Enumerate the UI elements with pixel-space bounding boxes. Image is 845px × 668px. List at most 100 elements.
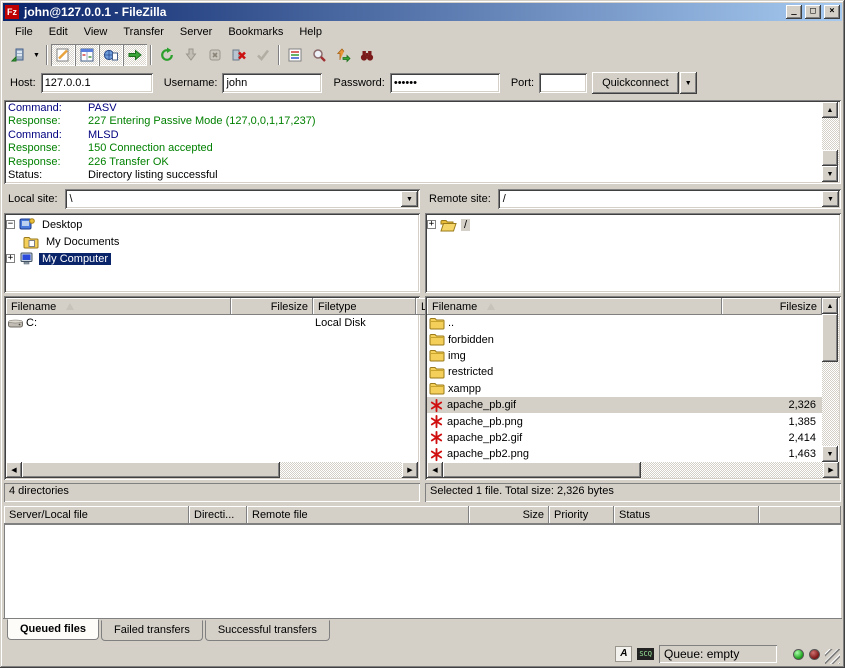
file-row[interactable]: apache_pb.png 1,385 <box>427 413 822 429</box>
cancel-operation-button[interactable] <box>203 44 227 66</box>
scrollbar-thumb[interactable] <box>822 314 838 362</box>
resize-grip[interactable] <box>825 649 840 664</box>
quickconnect-dropdown-button[interactable]: ▼ <box>680 72 697 94</box>
quickconnect-button[interactable]: Quickconnect <box>592 72 679 94</box>
menu-file[interactable]: File <box>7 23 41 41</box>
column-header-filename[interactable]: Filename <box>427 298 722 315</box>
toggle-transfer-queue-button[interactable] <box>123 44 147 66</box>
disconnect-button[interactable] <box>227 44 251 66</box>
scroll-up-button[interactable]: ▲ <box>822 298 838 314</box>
queue-body[interactable] <box>4 524 841 618</box>
tab-failed-transfers[interactable]: Failed transfers <box>101 620 203 641</box>
host-input[interactable] <box>41 73 153 93</box>
column-header-remote-file[interactable]: Remote file <box>247 506 469 524</box>
scroll-right-button[interactable]: ▶ <box>823 462 839 478</box>
file-row[interactable]: .. <box>427 315 822 331</box>
column-header-filesize[interactable]: Filesize <box>722 298 822 315</box>
reconnect-icon <box>255 47 271 63</box>
file-row[interactable]: forbidden <box>427 331 822 347</box>
column-header-direction[interactable]: Directi... <box>189 506 247 524</box>
scroll-left-button[interactable]: ◀ <box>6 462 22 478</box>
tree-item-label: My Computer <box>39 253 111 265</box>
password-input[interactable] <box>390 73 500 93</box>
tab-queued-files[interactable]: Queued files <box>7 619 99 640</box>
speed-limit-indicator-icon[interactable]: SCQ <box>637 648 654 660</box>
refresh-button[interactable] <box>155 44 179 66</box>
toggle-local-tree-button[interactable] <box>75 44 99 66</box>
scrollbar-track[interactable] <box>822 314 839 446</box>
folder-icon <box>429 349 445 362</box>
column-header-filetype[interactable]: Filetype <box>313 298 416 315</box>
remote-site-combobox[interactable]: / ▼ <box>498 189 841 209</box>
reconnect-button[interactable] <box>251 44 275 66</box>
scrollbar-track[interactable] <box>22 462 402 478</box>
synchronized-browsing-button[interactable] <box>355 44 379 66</box>
file-row[interactable]: restricted <box>427 364 822 380</box>
collapse-icon[interactable]: − <box>6 220 15 229</box>
local-list-body[interactable]: C: Local Disk <box>6 315 418 462</box>
column-header-size[interactable]: Size <box>469 506 549 524</box>
expand-icon[interactable]: + <box>6 254 15 263</box>
remote-tree[interactable]: + / <box>425 213 841 293</box>
local-site-combobox[interactable]: \ ▼ <box>65 189 420 209</box>
scrollbar-thumb[interactable] <box>443 462 641 478</box>
column-header-filesize[interactable]: Filesize <box>231 298 313 315</box>
column-header-status[interactable]: Status <box>614 506 759 524</box>
file-row[interactable]: apache_pb2.png 1,463 <box>427 446 822 462</box>
site-manager-dropdown-button[interactable]: ▼ <box>30 44 43 66</box>
remote-horizontal-scrollbar[interactable]: ◀ ▶ <box>427 462 839 478</box>
scroll-down-button[interactable]: ▼ <box>822 446 838 462</box>
remote-list-body[interactable]: .. forbidden img <box>427 315 822 462</box>
file-search-button[interactable] <box>307 44 331 66</box>
scrollbar-track[interactable] <box>443 462 823 478</box>
tree-item-root[interactable]: + / <box>427 216 839 233</box>
column-header-priority[interactable]: Priority <box>549 506 614 524</box>
message-log[interactable]: Command:PASV Response:227 Entering Passi… <box>4 100 841 184</box>
directory-compare-button[interactable] <box>331 44 355 66</box>
local-site-dropdown-button[interactable]: ▼ <box>401 191 418 207</box>
column-header-server-local-file[interactable]: Server/Local file <box>4 506 189 524</box>
toggle-message-log-button[interactable] <box>51 44 75 66</box>
local-horizontal-scrollbar[interactable]: ◀ ▶ <box>6 462 418 478</box>
remote-vertical-scrollbar[interactable]: ▲ ▼ <box>822 298 839 462</box>
menu-edit[interactable]: Edit <box>41 23 76 41</box>
scrollbar-track[interactable] <box>822 118 839 166</box>
close-button[interactable]: × <box>824 5 840 19</box>
site-manager-button[interactable] <box>6 44 30 66</box>
username-input[interactable] <box>222 73 322 93</box>
scroll-up-button[interactable]: ▲ <box>822 102 838 118</box>
ascii-transfer-type-icon[interactable]: A <box>615 646 632 662</box>
scroll-down-button[interactable]: ▼ <box>822 166 838 182</box>
titlebar[interactable]: Fz john@127.0.0.1 - FileZilla _ □ × <box>3 3 842 21</box>
local-tree[interactable]: − Desktop My Documents + My Computer <box>4 213 420 293</box>
directory-filter-button[interactable] <box>283 44 307 66</box>
tab-successful-transfers[interactable]: Successful transfers <box>205 620 330 641</box>
expand-icon[interactable]: + <box>427 220 436 229</box>
log-vertical-scrollbar[interactable]: ▲ ▼ <box>822 102 839 182</box>
menu-help[interactable]: Help <box>291 23 330 41</box>
scroll-right-button[interactable]: ▶ <box>402 462 418 478</box>
file-row[interactable]: img <box>427 348 822 364</box>
toggle-remote-tree-button[interactable] <box>99 44 123 66</box>
tree-item-my-documents[interactable]: My Documents <box>6 233 418 250</box>
scrollbar-thumb[interactable] <box>822 150 838 166</box>
scroll-left-button[interactable]: ◀ <box>427 462 443 478</box>
binoculars-icon <box>359 47 375 63</box>
maximize-button[interactable]: □ <box>805 5 821 19</box>
menu-view[interactable]: View <box>76 23 116 41</box>
column-header-filename[interactable]: Filename <box>6 298 231 315</box>
file-row[interactable]: apache_pb2.gif 2,414 <box>427 430 822 446</box>
port-input[interactable] <box>539 73 587 93</box>
file-row[interactable]: xampp <box>427 381 822 397</box>
tree-item-my-computer[interactable]: + My Computer <box>6 250 418 267</box>
remote-site-dropdown-button[interactable]: ▼ <box>822 191 839 207</box>
minimize-button[interactable]: _ <box>786 5 802 19</box>
menu-bookmarks[interactable]: Bookmarks <box>220 23 291 41</box>
process-queue-button[interactable] <box>179 44 203 66</box>
menu-transfer[interactable]: Transfer <box>115 23 172 41</box>
file-row-selected[interactable]: apache_pb.gif 2,326 <box>427 397 822 413</box>
tree-item-desktop[interactable]: − Desktop <box>6 216 418 233</box>
file-row-c-drive[interactable]: C: Local Disk <box>6 315 418 331</box>
menu-server[interactable]: Server <box>172 23 220 41</box>
scrollbar-thumb[interactable] <box>22 462 280 478</box>
